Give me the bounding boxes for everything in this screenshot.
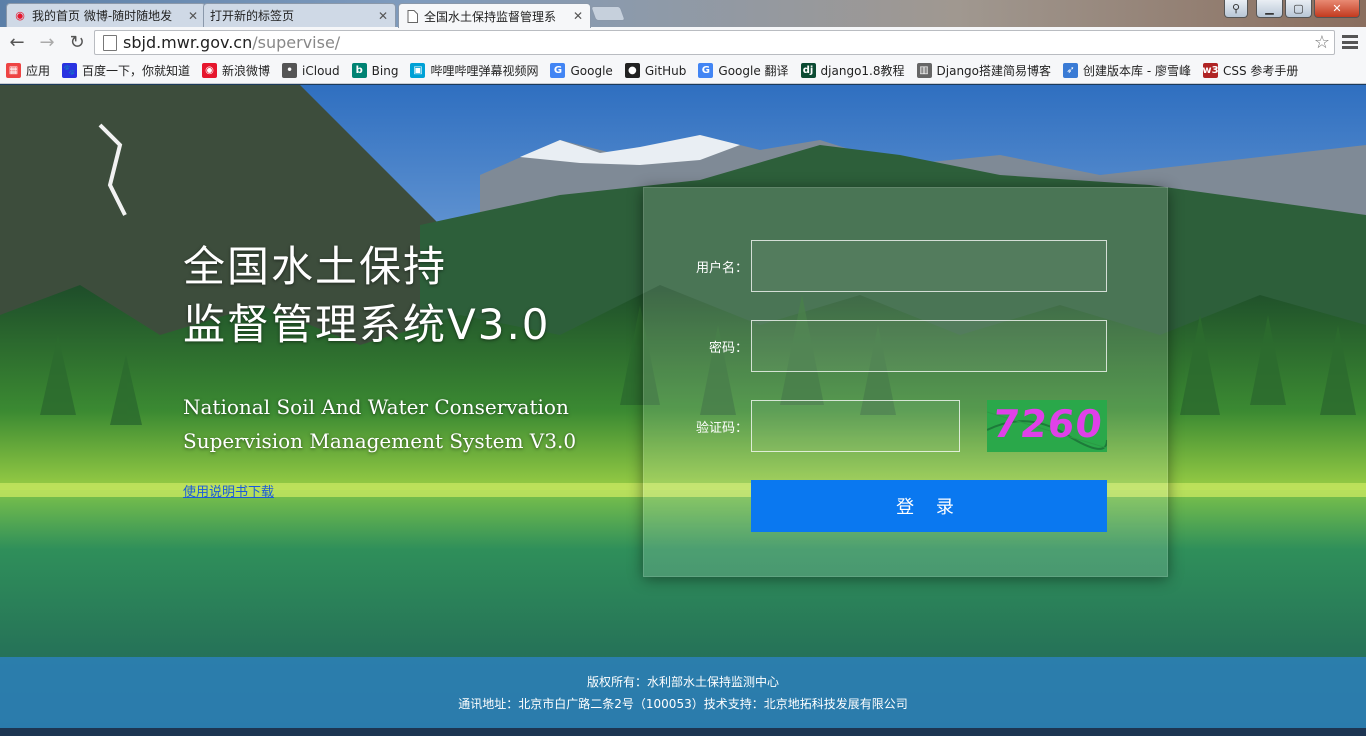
- bookmark-label: 应用: [26, 64, 51, 78]
- tab-weibo[interactable]: ◉ 我的首页 微博-随时随地发 ✕: [6, 3, 206, 27]
- login-panel: 用户名： 密码： 验证码： 7260 登 录: [643, 187, 1168, 577]
- bookmark-label: Django搭建简易博客: [936, 64, 1052, 78]
- bookmark-item[interactable]: G Google: [550, 63, 613, 78]
- login-page: 全国水土保持 监督管理系统V3.0 National Soil And Wate…: [0, 85, 1366, 728]
- apps-icon: ▦: [6, 63, 21, 78]
- url-host: sbjd.mwr.gov.cn: [123, 33, 253, 52]
- reload-button[interactable]: ↻: [64, 30, 90, 56]
- browser-toolbar: ← → ↻ sbjd.mwr.gov.cn/supervise/ ☆: [0, 27, 1366, 58]
- page-icon: [405, 9, 419, 23]
- captcha-label: 验证码：: [695, 421, 748, 436]
- tab-title: 打开新的标签页: [210, 9, 295, 23]
- bookmark-item[interactable]: G Google 翻译: [698, 62, 789, 79]
- bookmark-label: GitHub: [644, 63, 687, 78]
- bookmark-label: Google: [570, 63, 613, 78]
- address-url: sbjd.mwr.gov.cn/supervise/: [123, 33, 340, 52]
- bilibili-icon: ▣: [410, 63, 426, 78]
- book-icon: ▥: [916, 63, 932, 78]
- forward-button[interactable]: →: [34, 30, 60, 56]
- bookmark-item[interactable]: ➶ 创建版本库 - 廖雪峰: [1063, 62, 1191, 79]
- system-subtitle: National Soil And Water Conservation Sup…: [183, 390, 576, 458]
- close-icon[interactable]: ✕: [572, 9, 584, 23]
- bookmark-item[interactable]: • iCloud: [282, 63, 340, 78]
- window-controls: ⚲ ▁ ▢ ✕: [1224, 0, 1360, 18]
- bookmark-label: 百度一下，你就知道: [82, 64, 191, 78]
- bookmark-item[interactable]: ▥ Django搭建简易博客: [916, 62, 1052, 79]
- bookmark-label: CSS 参考手册: [1222, 64, 1299, 78]
- password-input[interactable]: [751, 320, 1107, 372]
- baidu-icon: 🐾: [62, 63, 78, 78]
- bookmark-item[interactable]: ▦ 应用: [6, 62, 50, 79]
- subtitle-line-1: National Soil And Water Conservation: [183, 395, 569, 419]
- tab-supervise[interactable]: 全国水土保持监督管理系 ✕: [398, 3, 591, 28]
- bookmarks-bar: ▦ 应用 🐾 百度一下，你就知道 ◉ 新浪微博 • iCloud b Bing ▣ 哔哩哔哩弹幕视频网…: [0, 58, 1366, 84]
- rocket-icon: ➶: [1063, 63, 1079, 78]
- tab-title: 我的首页 微博-随时随地发: [32, 9, 173, 23]
- bookmark-item[interactable]: ◉ 新浪微博: [202, 62, 270, 79]
- bookmark-item[interactable]: ▣ 哔哩哔哩弹幕视频网: [410, 62, 538, 79]
- username-label: 用户名：: [695, 261, 748, 276]
- close-window-button[interactable]: ✕: [1314, 0, 1360, 18]
- bookmark-label: 创建版本库 - 廖雪峰: [1083, 64, 1191, 78]
- github-icon: ●: [624, 63, 640, 78]
- title-line-2: 监督管理系统V3.0: [183, 300, 551, 349]
- bookmark-label: django1.8教程: [820, 64, 905, 78]
- bing-icon: b: [351, 63, 367, 78]
- page-footer: 版权所有：水利部水土保持监测中心 通讯地址：北京市白广路二条2号（100053）…: [0, 657, 1366, 728]
- bookmark-item[interactable]: ● GitHub: [624, 63, 687, 78]
- subtitle-line-2: Supervision Management System V3.0: [183, 429, 577, 453]
- tab-new-tab[interactable]: 打开新的标签页 ✕: [203, 3, 396, 27]
- username-input[interactable]: [751, 240, 1107, 292]
- captcha-row: 验证码： 7260: [644, 400, 1169, 452]
- footer-copyright: 版权所有：水利部水土保持监测中心: [586, 675, 779, 689]
- bookmark-item[interactable]: 🐾 百度一下，你就知道: [62, 62, 190, 79]
- user-icon[interactable]: ⚲: [1224, 0, 1248, 18]
- bookmark-item[interactable]: w3 CSS 参考手册: [1202, 62, 1299, 79]
- bookmark-label: 哔哩哔哩弹幕视频网: [430, 64, 539, 78]
- maximize-button[interactable]: ▢: [1285, 0, 1312, 18]
- w3school-icon: w3: [1202, 63, 1219, 78]
- footer-contact: 通讯地址：北京市白广路二条2号（100053）技术支持：北京地拓科技发展有限公司: [458, 697, 908, 711]
- captcha-input[interactable]: [751, 400, 960, 452]
- username-row: 用户名：: [644, 240, 1169, 292]
- google-translate-icon: G: [698, 63, 714, 78]
- page-icon: [103, 34, 117, 51]
- bookmark-label: 新浪微博: [222, 64, 271, 78]
- bookmark-star-icon[interactable]: ☆: [1314, 32, 1330, 53]
- title-line-1: 全国水土保持: [183, 242, 448, 291]
- bookmark-label: Google 翻译: [718, 64, 789, 78]
- menu-icon[interactable]: [1342, 33, 1358, 51]
- bookmark-item[interactable]: b Bing: [351, 63, 399, 78]
- django-icon: dj: [800, 63, 816, 78]
- apple-icon: •: [282, 63, 298, 78]
- back-button[interactable]: ←: [4, 30, 30, 56]
- minimize-button[interactable]: ▁: [1256, 0, 1283, 18]
- bookmark-label: iCloud: [302, 63, 340, 78]
- password-label: 密码：: [708, 341, 748, 356]
- bookmark-item[interactable]: dj django1.8教程: [800, 62, 905, 79]
- system-title: 全国水土保持 监督管理系统V3.0: [183, 238, 551, 354]
- browser-tabstrip: ◉ 我的首页 微博-随时随地发 ✕ 打开新的标签页 ✕ 全国水土保持监督管理系 …: [0, 0, 1366, 28]
- url-path: /supervise/: [252, 33, 341, 52]
- tab-title: 全国水土保持监督管理系: [424, 9, 557, 24]
- manual-download-link[interactable]: 使用说明书下载: [183, 481, 274, 500]
- google-icon: G: [550, 63, 566, 78]
- login-button[interactable]: 登 录: [751, 480, 1107, 532]
- weibo-icon: ◉: [15, 9, 25, 22]
- password-row: 密码：: [644, 320, 1169, 372]
- close-icon[interactable]: ✕: [377, 9, 389, 23]
- close-icon[interactable]: ✕: [187, 9, 199, 23]
- bookmark-label: Bing: [371, 63, 399, 78]
- os-taskbar: [0, 728, 1366, 736]
- weibo-icon: ◉: [202, 63, 218, 78]
- address-bar[interactable]: sbjd.mwr.gov.cn/supervise/ ☆: [94, 30, 1335, 55]
- captcha-image[interactable]: 7260: [987, 400, 1107, 452]
- captcha-code: 7260: [990, 402, 1106, 446]
- new-tab-button[interactable]: [590, 6, 626, 21]
